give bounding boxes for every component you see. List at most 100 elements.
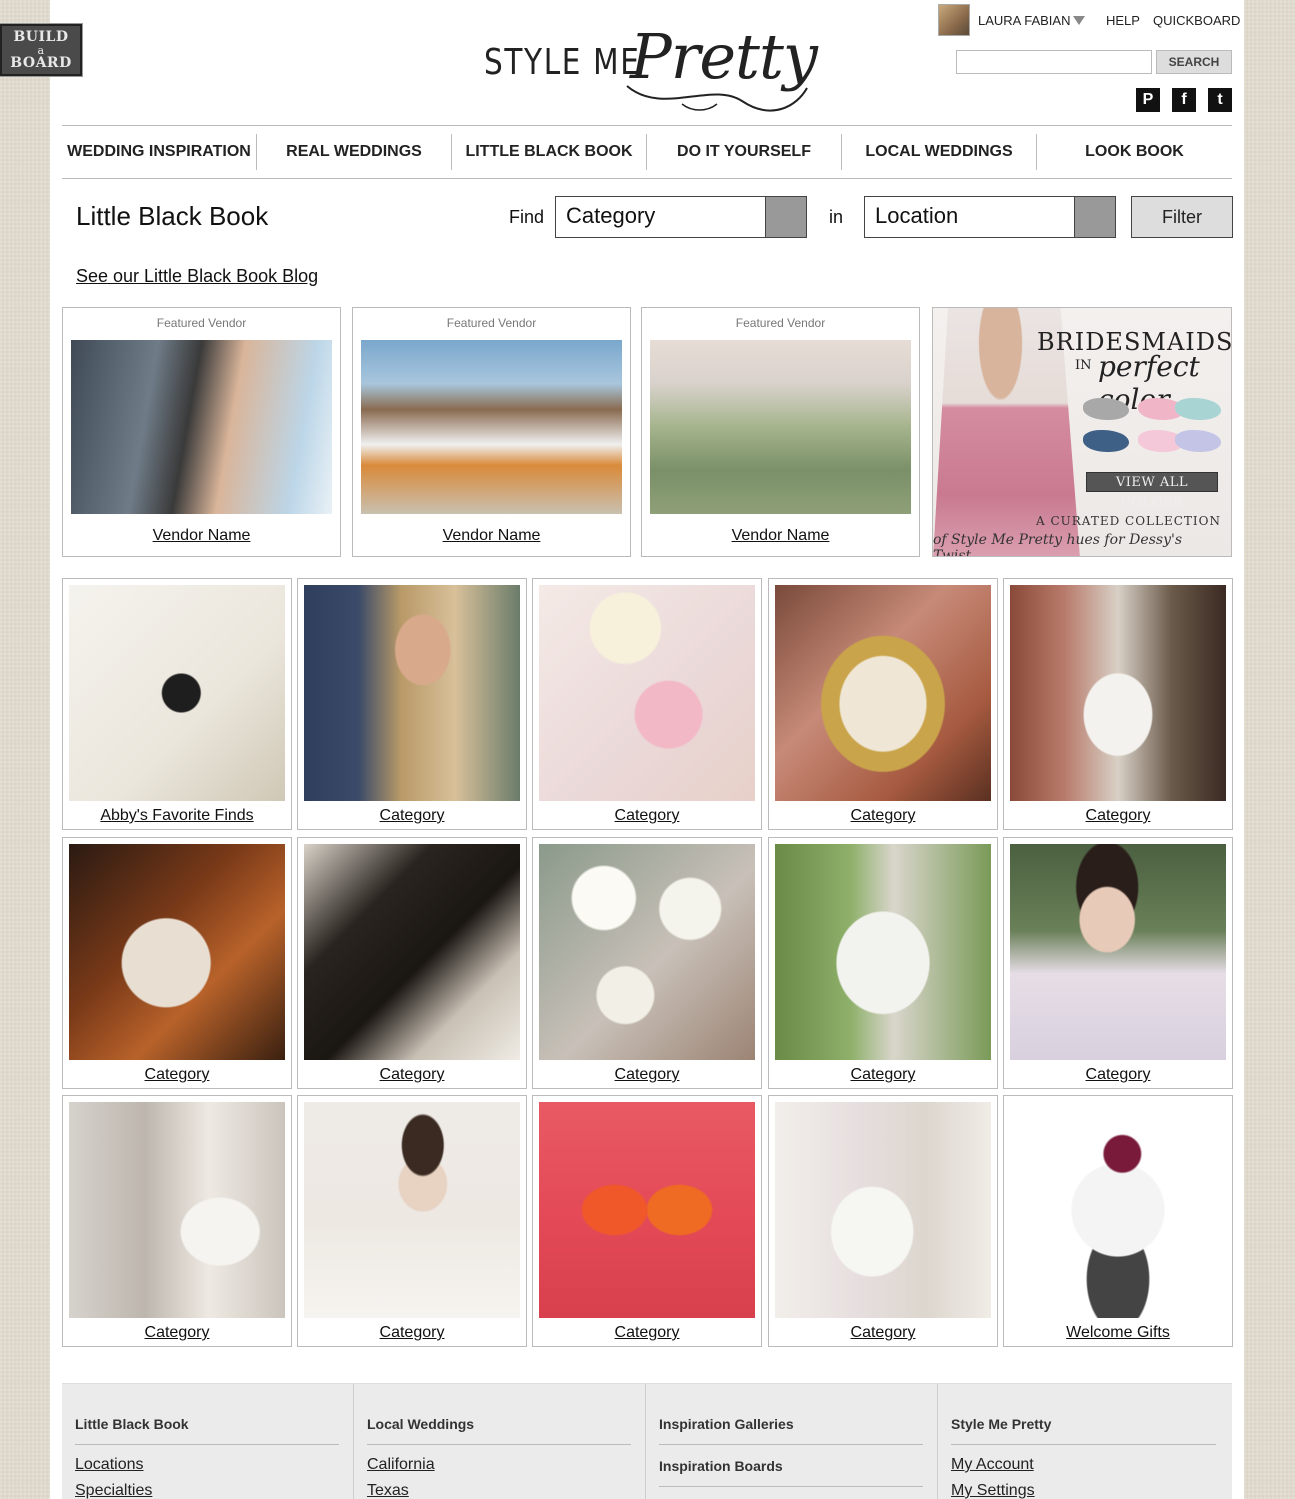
category-card[interactable]: Category <box>1003 578 1233 830</box>
location-dropdown-icon[interactable] <box>1074 197 1115 237</box>
footer-divider <box>75 1444 339 1445</box>
nav-look-book[interactable]: LOOK BOOK <box>1037 134 1232 170</box>
category-image[interactable] <box>1010 844 1226 1060</box>
category-image[interactable] <box>69 1102 285 1318</box>
featured-vendor-name[interactable]: Vendor Name <box>353 527 630 545</box>
user-menu-chevron-down-icon[interactable] <box>1073 16 1085 25</box>
category-image[interactable] <box>539 844 755 1060</box>
nav-local-weddings[interactable]: LOCAL WEDDINGS <box>842 134 1037 170</box>
lbb-blog-link[interactable]: See our Little Black Book Blog <box>76 266 318 287</box>
bridesmaids-ad[interactable]: BRIDESMAIDS IN perfect color VIEW ALL CO… <box>932 307 1232 557</box>
category-name[interactable]: Category <box>533 1324 761 1342</box>
category-card[interactable]: Category <box>532 1095 762 1347</box>
quickboard-link[interactable]: QUICKBOARD <box>1153 13 1240 28</box>
main-nav: WEDDING INSPIRATION REAL WEDDINGS LITTLE… <box>62 125 1232 179</box>
category-image[interactable] <box>304 1102 520 1318</box>
category-card[interactable]: Abby's Favorite Finds <box>62 578 292 830</box>
help-link[interactable]: HELP <box>1106 13 1140 28</box>
search-input[interactable] <box>956 50 1152 74</box>
category-card[interactable]: Category <box>297 837 527 1089</box>
footer-divider <box>367 1444 631 1445</box>
category-image[interactable] <box>69 585 285 801</box>
category-card[interactable]: Category <box>297 578 527 830</box>
category-card[interactable]: Category <box>532 578 762 830</box>
featured-vendor-name[interactable]: Vendor Name <box>642 527 919 545</box>
category-name[interactable]: Category <box>298 1324 526 1342</box>
category-image[interactable] <box>775 844 991 1060</box>
footer-heading[interactable]: Inspiration Galleries <box>659 1416 794 1432</box>
user-name-link[interactable]: LAURA FABIAN <box>978 13 1070 28</box>
category-card[interactable]: Welcome Gifts <box>1003 1095 1233 1347</box>
logo-style-me: STYLE ME <box>484 42 641 83</box>
category-card[interactable]: Category <box>768 578 998 830</box>
featured-vendor-name[interactable]: Vendor Name <box>63 527 340 545</box>
category-image[interactable] <box>775 1102 991 1318</box>
category-name[interactable]: Welcome Gifts <box>1004 1324 1232 1342</box>
category-name[interactable]: Category <box>63 1324 291 1342</box>
ad-swatch <box>1175 430 1221 452</box>
category-image[interactable] <box>539 1102 755 1318</box>
category-image[interactable] <box>304 844 520 1060</box>
category-card[interactable]: Category <box>768 837 998 1089</box>
ad-in-text: IN <box>1075 358 1092 373</box>
view-all-colors-button[interactable]: VIEW ALL COLORS <box>1086 472 1218 510</box>
category-card[interactable]: Category <box>532 837 762 1089</box>
nav-do-it-yourself[interactable]: DO IT YOURSELF <box>647 134 842 170</box>
featured-vendor-card[interactable]: Featured Vendor Vendor Name <box>62 307 341 557</box>
footer-link-my-settings[interactable]: My Settings <box>951 1482 1035 1499</box>
location-select[interactable]: Location <box>864 196 1116 238</box>
category-image[interactable] <box>775 585 991 801</box>
category-image[interactable] <box>69 844 285 1060</box>
footer-link-locations[interactable]: Locations <box>75 1456 144 1474</box>
featured-vendor-label: Featured Vendor <box>446 316 537 330</box>
featured-vendor-image[interactable] <box>71 340 332 514</box>
site-logo[interactable]: STYLE ME Pretty <box>482 16 818 112</box>
footer-link-specialties[interactable]: Specialties <box>75 1482 152 1499</box>
user-avatar[interactable] <box>938 4 970 36</box>
twitter-icon[interactable]: t <box>1208 88 1232 112</box>
category-card[interactable]: Category <box>62 1095 292 1347</box>
category-card[interactable]: Category <box>1003 837 1233 1089</box>
category-name[interactable]: Category <box>769 1066 997 1084</box>
category-image[interactable] <box>304 585 520 801</box>
category-name[interactable]: Category <box>298 1066 526 1084</box>
category-name[interactable]: Category <box>533 807 761 825</box>
category-card[interactable]: Category <box>297 1095 527 1347</box>
featured-vendor-image[interactable] <box>361 340 622 514</box>
category-image[interactable] <box>539 585 755 801</box>
category-name[interactable]: Abby's Favorite Finds <box>63 807 291 825</box>
footer-link-texas[interactable]: Texas <box>367 1482 409 1499</box>
category-select[interactable]: Category <box>555 196 807 238</box>
footer-heading[interactable]: Inspiration Boards <box>659 1458 783 1474</box>
footer-heading: Local Weddings <box>367 1416 475 1432</box>
category-card[interactable]: Category <box>768 1095 998 1347</box>
category-image[interactable] <box>1010 1102 1226 1318</box>
featured-vendor-card[interactable]: Featured Vendor Vendor Name <box>352 307 631 557</box>
featured-vendor-image[interactable] <box>650 340 911 514</box>
category-name[interactable]: Category <box>533 1066 761 1084</box>
footer: Little Black Book Locations Specialties … <box>62 1383 1232 1499</box>
footer-link-california[interactable]: California <box>367 1456 435 1474</box>
category-image[interactable] <box>1010 585 1226 801</box>
category-name[interactable]: Category <box>298 807 526 825</box>
location-select-value: Location <box>875 203 959 228</box>
category-dropdown-icon[interactable] <box>765 197 806 237</box>
build-a-board-button[interactable]: BUILD a BOARD <box>0 23 83 77</box>
category-card[interactable]: Category <box>62 837 292 1089</box>
nav-little-black-book[interactable]: LITTLE BLACK BOOK <box>452 134 647 170</box>
facebook-icon[interactable]: f <box>1172 88 1196 112</box>
category-name[interactable]: Category <box>769 807 997 825</box>
category-name[interactable]: Category <box>1004 1066 1232 1084</box>
nav-wedding-inspiration[interactable]: WEDDING INSPIRATION <box>62 134 257 170</box>
search-button[interactable]: SEARCH <box>1156 50 1232 74</box>
footer-link-my-account[interactable]: My Account <box>951 1456 1034 1474</box>
featured-vendor-card[interactable]: Featured Vendor Vendor Name <box>641 307 920 557</box>
filter-button[interactable]: Filter <box>1131 196 1233 238</box>
nav-real-weddings[interactable]: REAL WEDDINGS <box>257 134 452 170</box>
category-name[interactable]: Category <box>769 1324 997 1342</box>
pinterest-icon[interactable]: P <box>1136 88 1160 112</box>
category-name[interactable]: Category <box>63 1066 291 1084</box>
find-label: Find <box>509 207 545 227</box>
footer-column-style-me-pretty: Style Me Pretty My Account My Settings <box>938 1384 1230 1499</box>
category-name[interactable]: Category <box>1004 807 1232 825</box>
